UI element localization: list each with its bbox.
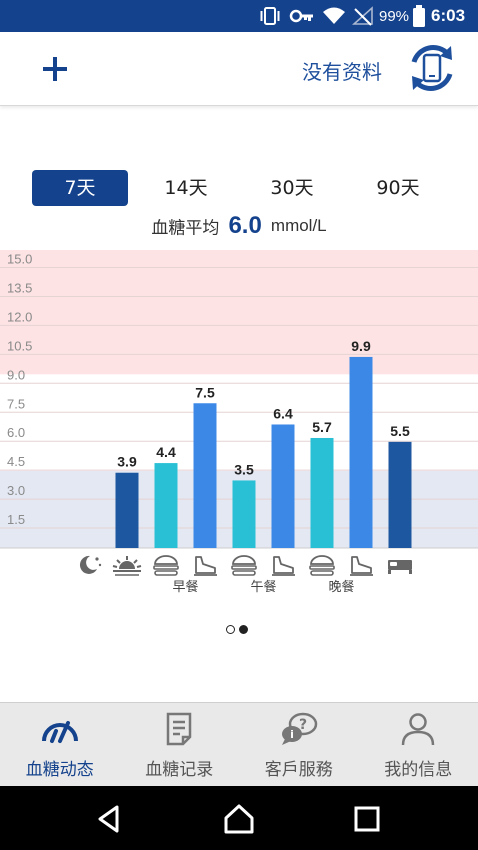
plus-icon (43, 57, 67, 81)
bar-value-label: 3.5 (234, 461, 254, 477)
page-dot[interactable] (226, 625, 235, 634)
y-tick-label: 7.5 (7, 396, 25, 411)
nav-customer-service[interactable]: ? i 客戶服務 (239, 703, 359, 786)
y-tick-label: 3.0 (7, 483, 25, 498)
sync-phone-icon (411, 45, 453, 91)
before-meal-icon (153, 555, 179, 576)
meal-group-label: 晚餐 (328, 579, 354, 595)
app-header: 没有资料 (0, 32, 478, 106)
tab-90-days[interactable]: 90天 (350, 170, 446, 206)
before-meal-icon (309, 555, 335, 576)
no-signal-icon (352, 0, 374, 32)
battery-icon (412, 0, 426, 32)
bar-before-meal[interactable] (232, 480, 256, 548)
nav-glucose-trend[interactable]: 血糖动态 (0, 703, 120, 786)
average-value: 6.0 (228, 212, 262, 239)
recent-apps-button[interactable] (350, 802, 384, 836)
meal-group-label: 午餐 (250, 579, 276, 595)
bar-before-meal[interactable] (154, 463, 178, 548)
home-button[interactable] (222, 802, 256, 836)
y-tick-label: 4.5 (7, 454, 25, 469)
nav-glucose-records[interactable]: 血糖记录 (120, 703, 240, 786)
profile-icon (402, 713, 435, 746)
clock: 6:03 (431, 6, 466, 25)
notes-icon (167, 712, 192, 746)
nav-label: 血糖动态 (25, 760, 94, 780)
battery-percent: 99% (379, 7, 410, 25)
nav-label: 客戶服務 (264, 760, 333, 780)
sunrise-icon (112, 556, 142, 576)
no-data-status: 没有资料 (302, 60, 382, 84)
night-icon (79, 555, 102, 574)
bar-value-label: 5.7 (312, 419, 332, 435)
add-button[interactable] (38, 52, 72, 86)
bar-after-meal[interactable] (193, 403, 217, 548)
app-screen: 99% 6:03 没有资料 7天 14天 30天 90天 血糖平均 6.0 mm… (0, 0, 478, 850)
vibrate-icon (258, 0, 282, 32)
bar-bed[interactable] (388, 441, 412, 548)
bar-value-label: 6.4 (273, 405, 293, 421)
page-dot-active[interactable] (239, 625, 248, 634)
bar-value-label: 3.9 (117, 454, 137, 470)
back-triangle-icon (98, 805, 119, 833)
nav-label: 我的信息 (384, 760, 453, 780)
bar-after-meal[interactable] (349, 356, 373, 548)
bar-value-label: 9.9 (351, 338, 371, 354)
y-tick-label: 6.0 (7, 425, 25, 440)
bar-value-label: 7.5 (195, 384, 215, 400)
nav-my-info[interactable]: 我的信息 (359, 703, 478, 786)
bar-before-meal[interactable] (310, 437, 334, 548)
recents-square-icon (354, 806, 380, 832)
key-icon (289, 0, 315, 32)
y-tick-label: 1.5 (7, 512, 25, 527)
glucose-average: 血糖平均 6.0 mmol/L (0, 212, 478, 240)
nav-label: 血糖记录 (145, 760, 214, 780)
status-bar: 99% 6:03 (0, 0, 478, 32)
back-button[interactable] (92, 802, 126, 836)
after-meal-icon (272, 556, 295, 576)
glucose-bar-chart: 15.0 13.5 12.0 10.5 9.0 7.5 6.0 4.5 3.0 1.5 3.9 4.4… (0, 250, 478, 595)
after-meal-icon (194, 556, 217, 576)
after-meal-icon (350, 556, 373, 576)
y-tick-label: 15.0 (7, 252, 32, 267)
meal-group-label: 早餐 (172, 579, 198, 595)
y-tick-label: 12.0 (7, 309, 32, 324)
page-indicator (226, 625, 254, 635)
support-chat-icon: ? i (281, 712, 317, 745)
tab-30-days[interactable]: 30天 (244, 170, 340, 206)
before-meal-icon (231, 555, 257, 576)
system-navigation-bar (0, 786, 478, 850)
home-icon (224, 804, 254, 834)
average-label: 血糖平均 (151, 218, 220, 239)
y-tick-label: 10.5 (7, 338, 32, 353)
wifi-icon (322, 0, 346, 32)
bar-value-label: 4.4 (156, 444, 176, 460)
bed-icon (388, 560, 412, 574)
y-tick-label: 9.0 (7, 367, 25, 382)
bottom-navigation: 血糖动态 血糖记录 ? i 客戶服務 我的信息 (0, 702, 478, 786)
svg-text:i: i (290, 728, 294, 741)
tab-14-days[interactable]: 14天 (138, 170, 234, 206)
sync-device-button[interactable] (404, 40, 460, 96)
tab-7-days[interactable]: 7天 (32, 170, 128, 206)
gauge-icon (41, 721, 78, 743)
bar-value-label: 5.5 (390, 423, 410, 439)
y-tick-label: 13.5 (7, 280, 32, 295)
bar-sunrise[interactable] (115, 472, 139, 548)
high-range-band (0, 250, 478, 375)
average-unit: mmol/L (270, 216, 327, 235)
bar-after-meal[interactable] (271, 424, 295, 548)
